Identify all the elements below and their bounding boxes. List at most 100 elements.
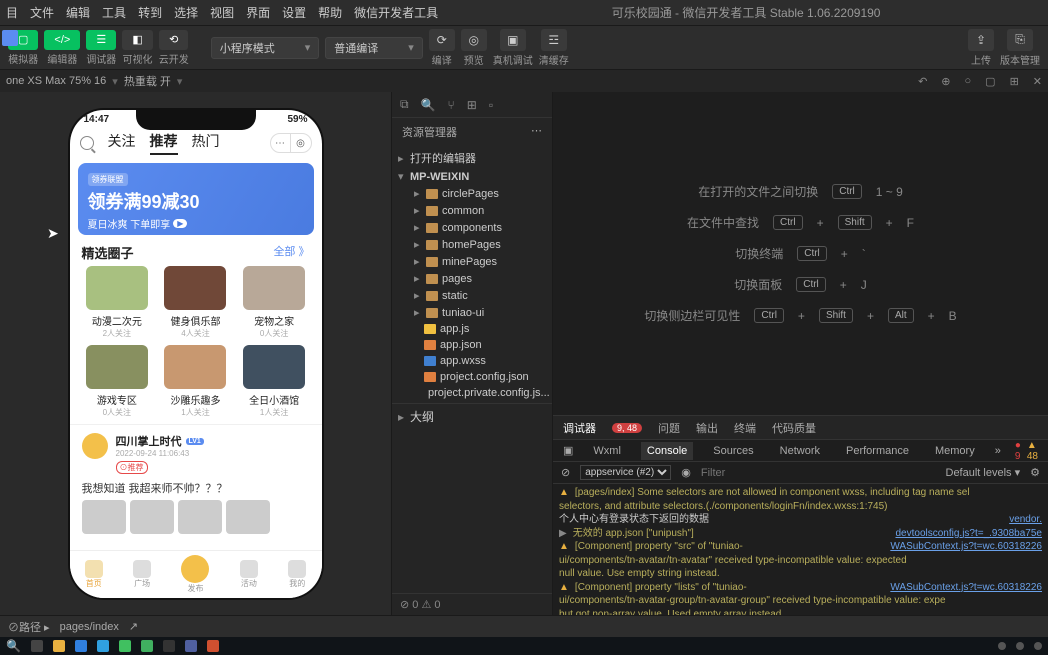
circle-card[interactable]: 动漫二次元 2人关注 bbox=[80, 266, 155, 339]
console-line[interactable]: null value. Use empty string instead. bbox=[559, 567, 1042, 581]
tree-file[interactable]: project.config.json bbox=[396, 369, 548, 385]
gear-icon[interactable]: ⚙ bbox=[1030, 466, 1040, 479]
app-icon[interactable] bbox=[97, 640, 109, 652]
devtab-console[interactable]: Console bbox=[641, 442, 693, 460]
tab-terminal[interactable]: 终端 bbox=[734, 420, 756, 436]
warn-count[interactable]: ▲ 48 bbox=[1027, 440, 1038, 462]
menu-item[interactable]: 编辑 bbox=[66, 4, 90, 21]
tab-quality[interactable]: 代码质量 bbox=[772, 420, 816, 436]
cloud-button[interactable]: ⟲ bbox=[159, 30, 188, 50]
tree-folder[interactable]: ▸static bbox=[396, 287, 548, 304]
branch-icon[interactable]: ⑂ bbox=[448, 98, 455, 112]
remote-debug-button[interactable]: ▣ bbox=[500, 29, 526, 51]
circle-card[interactable]: 游戏专区 0人关注 bbox=[80, 345, 155, 418]
grid-icon[interactable]: ⊞ bbox=[1010, 75, 1019, 88]
devtab-memory[interactable]: Memory bbox=[929, 442, 981, 460]
path-value[interactable]: pages/index bbox=[60, 621, 119, 633]
files-icon[interactable]: ⧉ bbox=[400, 97, 409, 112]
tab-recommend[interactable]: 推荐 bbox=[150, 131, 178, 155]
tabbar-publish[interactable]: 发布 bbox=[181, 555, 209, 594]
outline-section[interactable]: ▸大纲 bbox=[392, 403, 552, 429]
compile-select[interactable]: 普通编译▾ bbox=[325, 37, 423, 59]
app-icon[interactable] bbox=[207, 640, 219, 652]
devtab-wxml[interactable]: Wxml bbox=[587, 442, 627, 460]
tray-icon[interactable] bbox=[1034, 642, 1042, 650]
preview-button[interactable]: ◎ bbox=[461, 29, 487, 51]
circle-card[interactable]: 全日小酒馆 1人关注 bbox=[237, 345, 312, 418]
menu-item[interactable]: 目 bbox=[6, 4, 18, 21]
tabbar-mine[interactable]: 我的 bbox=[288, 560, 306, 589]
tree-root[interactable]: ▾MP-WEIXIN bbox=[396, 168, 548, 185]
error-count[interactable]: ● 9 bbox=[1015, 440, 1021, 462]
app-icon[interactable] bbox=[53, 640, 65, 652]
console-line[interactable]: [Component] property "lists" of "tuniao-… bbox=[559, 581, 1042, 595]
menu-item[interactable]: 微信开发者工具 bbox=[354, 4, 438, 21]
console-line[interactable]: ui/components/tn-avatar/tn-avatar" recei… bbox=[559, 554, 1042, 568]
menu-item[interactable]: 帮助 bbox=[318, 4, 342, 21]
capsule-button[interactable]: ⋯◎ bbox=[270, 133, 312, 153]
menu-item[interactable]: 界面 bbox=[246, 4, 270, 21]
refresh-icon[interactable]: ⊕ bbox=[941, 75, 950, 88]
avatar[interactable] bbox=[82, 433, 108, 459]
source-link[interactable]: vendor. bbox=[1009, 513, 1042, 527]
tree-folder[interactable]: ▸circlePages bbox=[396, 185, 548, 202]
circle-card[interactable]: 健身俱乐部 4人关注 bbox=[158, 266, 233, 339]
filter-input[interactable] bbox=[701, 467, 843, 479]
mode-select[interactable]: 小程序模式▾ bbox=[211, 37, 320, 59]
console-line[interactable]: but got non-array value. Used empty arra… bbox=[559, 608, 1042, 616]
tab-hot[interactable]: 热门 bbox=[192, 131, 220, 155]
close-icon[interactable]: ✕ bbox=[1033, 75, 1042, 88]
tabbar-square[interactable]: 广场 bbox=[133, 560, 151, 589]
debugger-button[interactable]: ☰ bbox=[86, 30, 116, 50]
tab-problems[interactable]: 问题 bbox=[658, 420, 680, 436]
open-icon[interactable]: ↗ bbox=[129, 620, 138, 633]
banner-go-icon[interactable]: ▶ bbox=[173, 219, 187, 228]
open-editors[interactable]: ▸打开的编辑器 bbox=[396, 148, 548, 168]
console-line[interactable]: selectors, and attribute selectors.(./co… bbox=[559, 500, 1042, 514]
console-line[interactable]: 个人中心有登录状态下返回的数据vendor. bbox=[559, 513, 1042, 527]
eye-icon[interactable]: ◉ bbox=[681, 466, 691, 479]
menu-item[interactable]: 视图 bbox=[210, 4, 234, 21]
scope-select[interactable]: appservice (#2) bbox=[580, 465, 671, 480]
back-icon[interactable]: ↶ bbox=[918, 75, 927, 88]
circle-card[interactable]: 沙雕乐趣多 1人关注 bbox=[158, 345, 233, 418]
console-line[interactable]: ui/components/tn-avatar-group/tn-avatar-… bbox=[559, 594, 1042, 608]
tabbar-home[interactable]: 首页 bbox=[85, 560, 103, 589]
inspect-icon[interactable]: ▣ bbox=[563, 444, 573, 457]
console-line[interactable]: [pages/index] Some selectors are not all… bbox=[559, 486, 1042, 500]
visual-button[interactable]: ◧ bbox=[122, 30, 152, 50]
tab-debugger[interactable]: 调试器 bbox=[563, 420, 596, 436]
devtab-sources[interactable]: Sources bbox=[707, 442, 759, 460]
problems-count[interactable]: ⊘ 0 ⚠ 0 bbox=[400, 598, 440, 611]
app-icon[interactable] bbox=[141, 640, 153, 652]
taskview-icon[interactable] bbox=[31, 640, 43, 652]
post-item[interactable]: 四川掌上时代LV1 2022-09-24 11:06:43 ⊙推荐 bbox=[70, 424, 322, 478]
search-icon[interactable] bbox=[80, 136, 94, 150]
path-label[interactable]: ⊘路径 ▸ bbox=[8, 619, 50, 635]
tray-icon[interactable] bbox=[1016, 642, 1024, 650]
search-icon[interactable]: 🔍 bbox=[6, 639, 21, 653]
devtab-performance[interactable]: Performance bbox=[840, 442, 915, 460]
tree-folder[interactable]: ▸common bbox=[396, 202, 548, 219]
tree-file[interactable]: app.js bbox=[396, 321, 548, 337]
source-link[interactable]: WASubContext.js?t=wc.60318226 bbox=[890, 540, 1042, 554]
tree-file[interactable]: project.private.config.js... bbox=[396, 385, 548, 401]
menu-item[interactable]: 工具 bbox=[102, 4, 126, 21]
more-icon[interactable]: » bbox=[995, 445, 1001, 457]
hot-reload[interactable]: 热重载 开 bbox=[124, 73, 171, 89]
more-link[interactable]: 全部 》 bbox=[273, 243, 309, 262]
tree-file[interactable]: app.json bbox=[396, 337, 548, 353]
app-icon[interactable] bbox=[163, 640, 175, 652]
tree-folder[interactable]: ▸pages bbox=[396, 270, 548, 287]
app-icon[interactable] bbox=[75, 640, 87, 652]
compile-button[interactable]: ⟳ bbox=[429, 29, 455, 51]
tree-folder[interactable]: ▸minePages bbox=[396, 253, 548, 270]
tray-icon[interactable] bbox=[998, 642, 1006, 650]
promo-banner[interactable]: 领券联盟 领券满99减30 夏日冰爽 下单即享▶ bbox=[78, 163, 314, 235]
home-icon[interactable]: ○ bbox=[965, 75, 972, 88]
tab-output[interactable]: 输出 bbox=[696, 420, 718, 436]
ext-icon[interactable]: ⊞ bbox=[467, 98, 477, 112]
editor-button[interactable]: </> bbox=[44, 30, 80, 50]
tree-folder[interactable]: ▸components bbox=[396, 219, 548, 236]
close-icon[interactable]: ◎ bbox=[291, 134, 311, 152]
